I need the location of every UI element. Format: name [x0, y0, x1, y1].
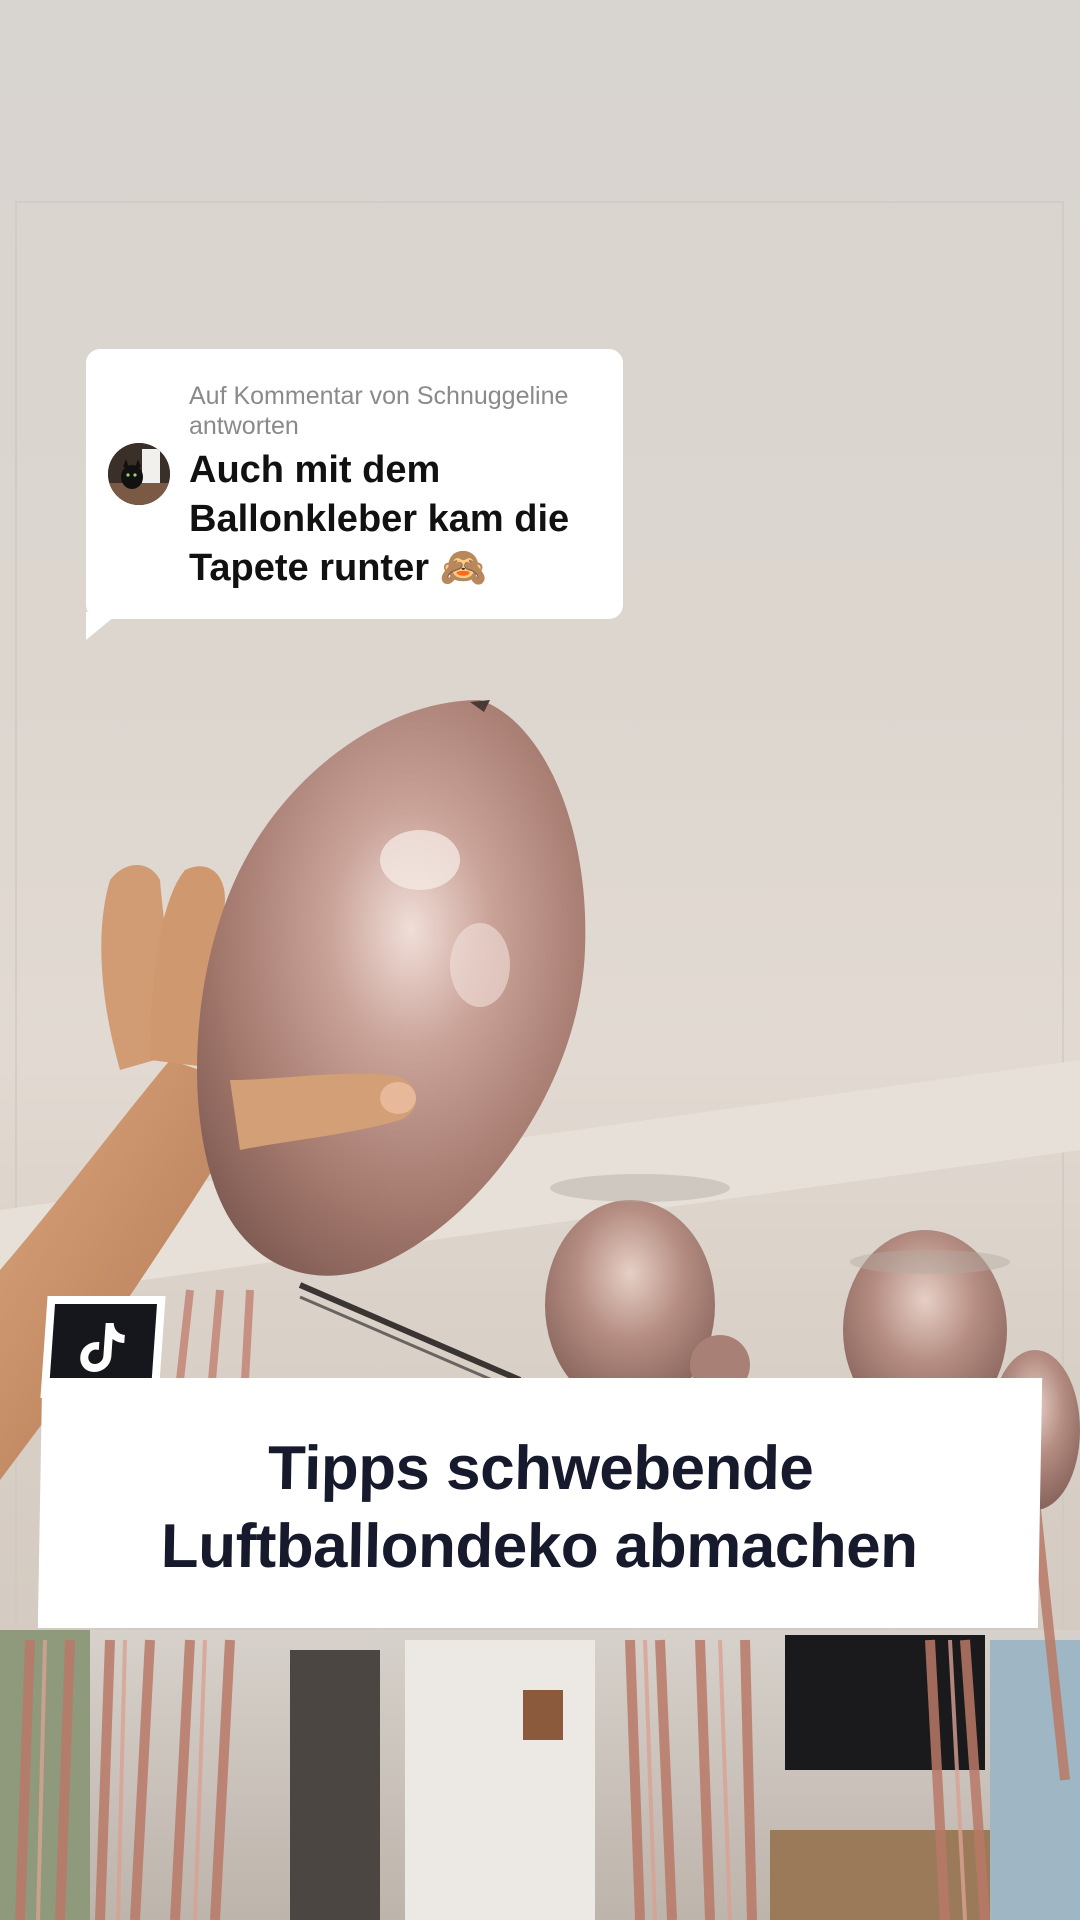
reply-header: Auf Kommentar von Schnuggeline antworten [189, 382, 569, 440]
video-frame[interactable] [0, 0, 1080, 1920]
tiktok-note-glyph [80, 1323, 125, 1372]
avatar-image [108, 443, 170, 505]
video-scene [0, 201, 1080, 1920]
commenter-avatar[interactable] [108, 443, 170, 505]
video-title: Tipps schwebende Luftballondeko abmachen [39, 1430, 1042, 1586]
video-title-line-2: Luftballondeko abmachen [160, 1512, 919, 1581]
reply-comment-text: Auch mit dem Ballonkleber kam die Tapete… [189, 449, 570, 589]
video-title-line-1: Tipps schwebende [267, 1434, 814, 1503]
title-banner: Tipps schwebende Luftballondeko abmachen [37, 1378, 1043, 1628]
reply-comment-sticker[interactable]: Auf Kommentar von Schnuggeline antworten… [86, 349, 623, 619]
